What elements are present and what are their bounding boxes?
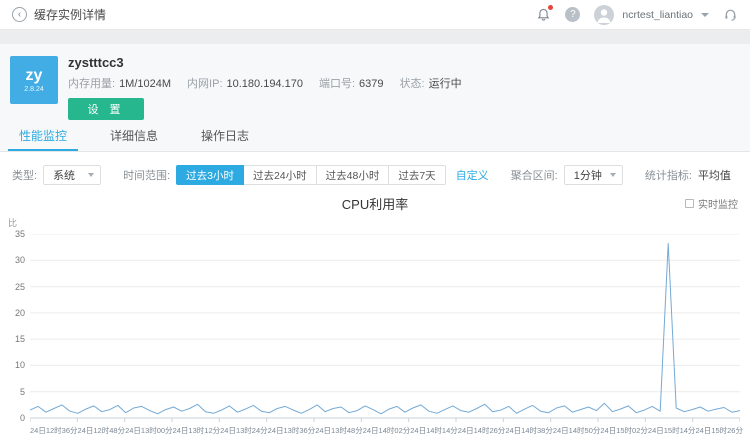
support-headset-icon[interactable] [723,7,738,22]
x-axis-labels: 24日12时36分 24日12时48分 24日13时00分 24日13时12分 24日1… [30,425,743,436]
y-axis-tick-label: 20 [14,307,25,318]
page-gap-band [0,30,750,44]
x-axis-tick-label: 24日14时50分 [552,426,601,435]
x-axis-tick-label: 24日13时24分 [220,426,268,435]
tab-detail-info[interactable]: 详细信息 [101,122,167,151]
avatar[interactable] [594,4,615,25]
x-axis-tick-label: 24日14时26分 [457,426,506,435]
instance-field: 内存用量: 1M/1024M [68,78,172,90]
instance-fields: 内存用量: 1M/1024M 内网IP: 10.180.194.170 端口号: 6379… [68,75,462,91]
time-range-past-24h[interactable]: 过去24小时 [242,165,317,185]
x-axis-tick-label: 24日13时00分 [125,426,173,435]
x-axis-tick-label: 24日13时36分 [267,426,316,435]
help-icon[interactable]: ? [565,7,581,22]
time-range-past-3h[interactable]: 过去3小时 [176,165,244,185]
y-axis-tick-label: 5 [19,386,25,397]
notification-badge [548,4,554,10]
chevron-down-icon [609,173,616,177]
instance-version: 2.8.24 [24,85,44,93]
tab-bar: 性能监控 详细信息 操作日志 [0,122,750,151]
instance-card: zy 2.8.24 zystttcc3 内存用量: 1M/1024M 内网IP: 10… [0,55,750,120]
instance-type-icon: zy 2.8.24 [10,56,58,104]
metric-label: 统计指标: [644,170,692,182]
cpu-series-line [30,243,740,415]
y-axis-tick-label: 10 [14,360,25,371]
y-axis-tick-label: 0 [19,413,25,423]
y-axis-tick-label: 30 [14,255,25,266]
instance-name: zystttcc3 [68,55,124,70]
settings-button[interactable]: 设 置 [68,98,144,120]
x-axis-tick-label: 24日14时02分 [362,426,411,435]
type-select[interactable]: 系统 [43,165,102,185]
x-axis-tick-label: 24日12时48分 [77,426,126,435]
time-range-group: 过去3小时 过去24小时 过去48小时 过去7天 [176,165,446,185]
realtime-checkbox[interactable] [685,199,694,208]
instance-field: 内网IP: 10.180.194.170 [187,78,303,90]
x-axis-tick-label: 24日15时14分 [647,426,696,435]
top-header: ‹ 缓存实例详情 ? ncrtest_liantiao [0,0,750,30]
notification-bell-icon[interactable] [536,4,554,23]
y-axis-tick-label: 35 [14,229,25,239]
metric-value: 平均值 [697,170,731,182]
instance-info-section: zy 2.8.24 zystttcc3 内存用量: 1M/1024M 内网IP: 10… [0,44,750,152]
tab-performance-monitor[interactable]: 性能监控 [8,122,78,151]
type-label: 类型: [12,170,38,182]
page-title: 缓存实例详情 [34,8,107,22]
main-content: 类型: 系统 时间范围: 过去3小时 过去24小时 过去48小时 过去7天 自定义 聚… [0,152,750,436]
user-name[interactable]: ncrtest_liantiao [622,9,693,21]
x-axis-tick-label: 24日13时48分 [315,426,363,435]
aggregation-select[interactable]: 1分钟 [563,165,623,185]
y-axis-tick-label: 25 [14,281,25,292]
filter-bar: 类型: 系统 时间范围: 过去3小时 过去24小时 过去48小时 过去7天 自定义 聚… [0,164,750,186]
time-range-label: 时间范围: [123,170,171,182]
aggregation-label: 聚合区间: [510,170,558,182]
y-axis-tick-label: 15 [14,334,25,345]
x-axis-tick-label: 24日15时02分 [600,426,648,435]
realtime-monitor-toggle[interactable]: 实时监控 [685,196,738,211]
time-range-past-48h[interactable]: 过去48小时 [315,165,390,185]
x-axis-tick-label: 24日14时14分 [410,426,458,435]
y-axis-unit: 比 [8,218,18,228]
x-axis-tick-label: 24日15时26分 [695,426,743,435]
chevron-down-icon[interactable] [701,12,709,17]
x-axis-tick-label: 24日12时36分 [30,426,78,435]
tab-operation-log[interactable]: 操作日志 [192,122,258,151]
x-axis-tick-label: 24日14时38分 [505,426,553,435]
cpu-utilization-chart: 比 0 5 10 15 20 25 30 35 24日12时36分 24日12时48分 24日13时… [0,216,750,436]
instance-field: 端口号: 6379 [318,78,384,90]
chevron-down-icon [88,173,95,177]
custom-range-link[interactable]: 自定义 [456,167,489,183]
instance-field: 状态: 运行中 [399,78,462,90]
back-icon[interactable]: ‹ [12,7,27,22]
chart-plot-area [30,234,740,422]
time-range-past-7d[interactable]: 过去7天 [388,165,446,185]
x-axis-tick-label: 24日13时12分 [172,426,221,435]
chart-title: CPU利用率 [341,197,409,212]
